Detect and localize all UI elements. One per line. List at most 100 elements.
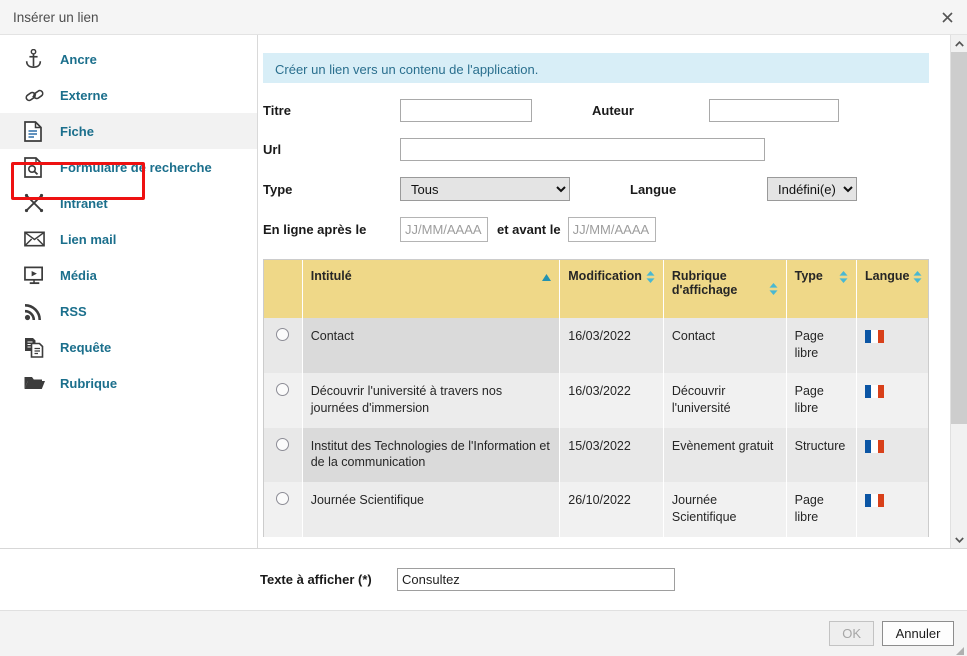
row-type-langue: Type Tous Langue Indéfini(e): [260, 177, 937, 201]
table-header-row: Intitulé Modification Rubrique d'afficha…: [264, 260, 928, 318]
row-type: Page libre: [786, 318, 858, 373]
row-rubrique: Contact: [663, 318, 787, 373]
sidebar-item-label: Formulaire de recherche: [60, 159, 212, 175]
sidebar-item-ancre[interactable]: Ancre: [0, 41, 257, 77]
fr-flag-icon: [865, 439, 885, 453]
row-intitule: Découvrir l'université à travers nos jou…: [302, 372, 561, 428]
sidebar-item-fiche[interactable]: Fiche: [0, 113, 257, 149]
results-table-head: Intitulé Modification Rubrique d'afficha…: [264, 260, 928, 318]
row-radio-cell[interactable]: [264, 427, 303, 483]
col-select: [264, 260, 303, 318]
results-table-wrapper: Intitulé Modification Rubrique d'afficha…: [263, 259, 929, 537]
sidebar-item-intranet[interactable]: Intranet: [0, 185, 257, 221]
envelope-icon: [24, 226, 54, 252]
row-rubrique: Découvrir l'université: [663, 372, 787, 428]
col-rubrique-affichage-label: Rubrique d'affichage: [671, 269, 738, 297]
titre-input[interactable]: [400, 99, 532, 122]
row-type: Page libre: [786, 482, 858, 537]
avant-label: et avant le: [497, 222, 561, 237]
row-type: Page libre: [786, 372, 858, 428]
table-row[interactable]: Contact 16/03/2022 Contact Page libre: [264, 318, 928, 373]
link-form-panel: Créer un lien vers un contenu de l'appli…: [258, 35, 967, 548]
scroll-up-button[interactable]: [951, 35, 967, 52]
row-radio-button[interactable]: [276, 328, 290, 341]
sidebar-item-label: Externe: [60, 87, 108, 103]
display-text-row: Texte à afficher (*): [0, 548, 967, 610]
auteur-input[interactable]: [709, 99, 839, 122]
row-radio-button[interactable]: [276, 437, 290, 451]
sidebar-item-media[interactable]: Média: [0, 257, 257, 293]
row-rubrique: Evènement gratuit: [663, 427, 787, 483]
sort-both-icon[interactable]: [646, 269, 655, 286]
row-radio-button[interactable]: [276, 492, 290, 506]
row-radio-cell[interactable]: [264, 318, 303, 373]
network-icon: [24, 190, 54, 216]
link-type-sidebar: Ancre Externe Fiche Formulaire de recher…: [0, 35, 258, 548]
table-row[interactable]: Institut des Technologies de l'Informati…: [264, 427, 928, 483]
row-intitule: Institut des Technologies de l'Informati…: [302, 427, 561, 483]
copy-docs-icon: [24, 334, 54, 360]
sidebar-item-formulaire-de-recherche[interactable]: Formulaire de recherche: [0, 149, 257, 185]
media-player-icon: [24, 262, 54, 288]
ok-button[interactable]: OK: [829, 621, 874, 646]
fr-flag-icon: [865, 384, 885, 398]
row-modification: 16/03/2022: [559, 372, 664, 428]
cancel-button[interactable]: Annuler: [882, 621, 954, 646]
chain-link-icon: [24, 82, 54, 108]
sidebar-item-externe[interactable]: Externe: [0, 77, 257, 113]
sidebar-item-label: Requête: [60, 339, 112, 355]
info-banner: Créer un lien vers un contenu de l'appli…: [263, 53, 929, 83]
enligne-label: En ligne après le: [263, 222, 367, 237]
col-rubrique-affichage[interactable]: Rubrique d'affichage: [663, 260, 787, 318]
type-select[interactable]: Tous: [400, 177, 570, 201]
sidebar-item-requete[interactable]: Requête: [0, 329, 257, 365]
col-type[interactable]: Type: [786, 260, 858, 318]
sidebar-item-rss[interactable]: RSS: [0, 293, 257, 329]
row-langue: [856, 482, 928, 537]
row-dates: En ligne après le et avant le: [260, 217, 937, 242]
col-langue-label: Langue: [865, 269, 910, 283]
row-titre-auteur: Titre Auteur: [260, 99, 937, 122]
type-label: Type: [263, 181, 293, 197]
langue-label: Langue: [630, 181, 677, 197]
sidebar-item-rubrique[interactable]: Rubrique: [0, 365, 257, 401]
texte-a-afficher-input[interactable]: [397, 568, 675, 591]
col-modification-label: Modification: [568, 269, 642, 283]
results-table: Intitulé Modification Rubrique d'afficha…: [264, 260, 928, 537]
row-intitule: Contact: [302, 318, 561, 373]
sort-both-icon[interactable]: [913, 269, 922, 286]
col-langue[interactable]: Langue: [856, 260, 928, 318]
dialog-footer: OK Annuler: [0, 610, 967, 656]
sort-both-icon[interactable]: [769, 269, 778, 298]
row-modification: 16/03/2022: [559, 318, 664, 373]
dialog-titlebar: Insérer un lien: [0, 0, 967, 35]
row-radio-button[interactable]: [276, 382, 290, 396]
enligne-apres-input[interactable]: [400, 217, 488, 242]
avant-le-input[interactable]: [567, 217, 656, 242]
dialog-title: Insérer un lien: [13, 9, 99, 25]
langue-select[interactable]: Indéfini(e): [767, 177, 857, 201]
row-radio-cell[interactable]: [264, 482, 303, 537]
rss-icon: [24, 298, 54, 324]
close-icon[interactable]: [927, 0, 967, 34]
scrollbar-thumb[interactable]: [951, 52, 967, 424]
sidebar-item-label: Rubrique: [60, 375, 118, 391]
main-vertical-scrollbar[interactable]: [950, 35, 967, 548]
scroll-down-button[interactable]: [951, 531, 967, 548]
table-row[interactable]: Journée Scientifique 26/10/2022 Journée …: [264, 482, 928, 537]
sidebar-item-label: Média: [60, 267, 97, 283]
sort-both-icon[interactable]: [839, 269, 848, 286]
resize-grip-icon[interactable]: [955, 644, 965, 655]
row-langue: [856, 427, 928, 483]
table-row[interactable]: Découvrir l'université à travers nos jou…: [264, 372, 928, 428]
sort-asc-icon[interactable]: [542, 269, 552, 284]
texte-a-afficher-label: Texte à afficher (*): [260, 572, 372, 587]
col-intitule[interactable]: Intitulé: [302, 260, 561, 318]
dialog-body: Ancre Externe Fiche Formulaire de recher…: [0, 35, 967, 548]
fr-flag-icon: [865, 330, 885, 344]
row-radio-cell[interactable]: [264, 372, 303, 428]
col-modification[interactable]: Modification: [559, 260, 664, 318]
url-input[interactable]: [400, 138, 765, 161]
sidebar-item-lien-mail[interactable]: Lien mail: [0, 221, 257, 257]
sidebar-item-label: Intranet: [60, 195, 108, 211]
